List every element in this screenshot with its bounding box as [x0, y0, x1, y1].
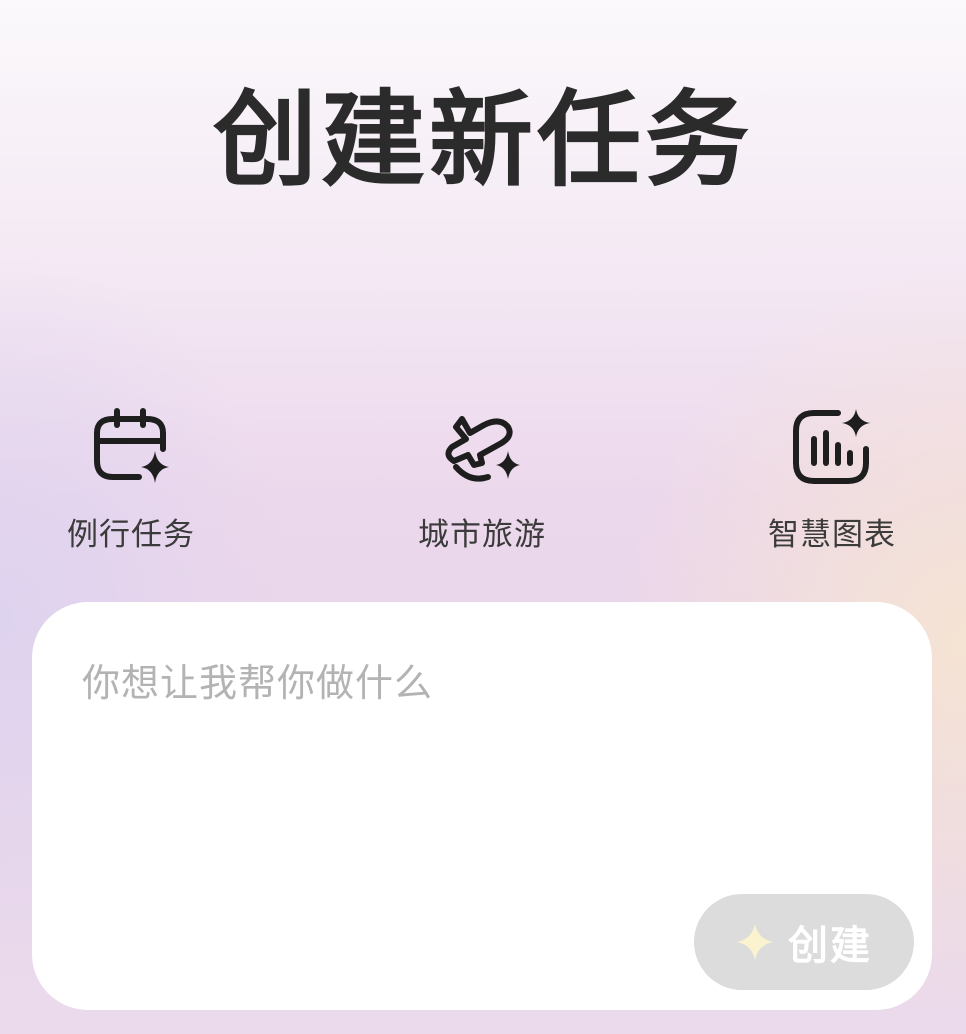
page-title: 创建新任务 [212, 79, 753, 201]
create-button-label: 创建 [788, 924, 872, 968]
chart-sparkle-icon [793, 409, 870, 484]
quick-action-label: 城市旅游 [418, 517, 546, 553]
sparkle-icon [737, 924, 773, 960]
quick-action-city-travel[interactable]: 城市旅游 [382, 405, 582, 554]
prompt-input[interactable] [82, 652, 882, 892]
calendar-sparkle-icon [94, 408, 169, 483]
quick-action-label: 智慧图表 [768, 517, 896, 553]
quick-action-smart-chart[interactable]: 智慧图表 [732, 405, 932, 554]
quick-actions: 例行任务 城市旅游 智慧图表 [0, 405, 966, 565]
create-button[interactable]: 创建 [694, 894, 914, 990]
airplane-sparkle-icon [445, 416, 520, 482]
quick-action-routine-task[interactable]: 例行任务 [31, 405, 231, 554]
quick-action-label: 例行任务 [67, 517, 195, 553]
prompt-card: 创建 [32, 602, 932, 1010]
